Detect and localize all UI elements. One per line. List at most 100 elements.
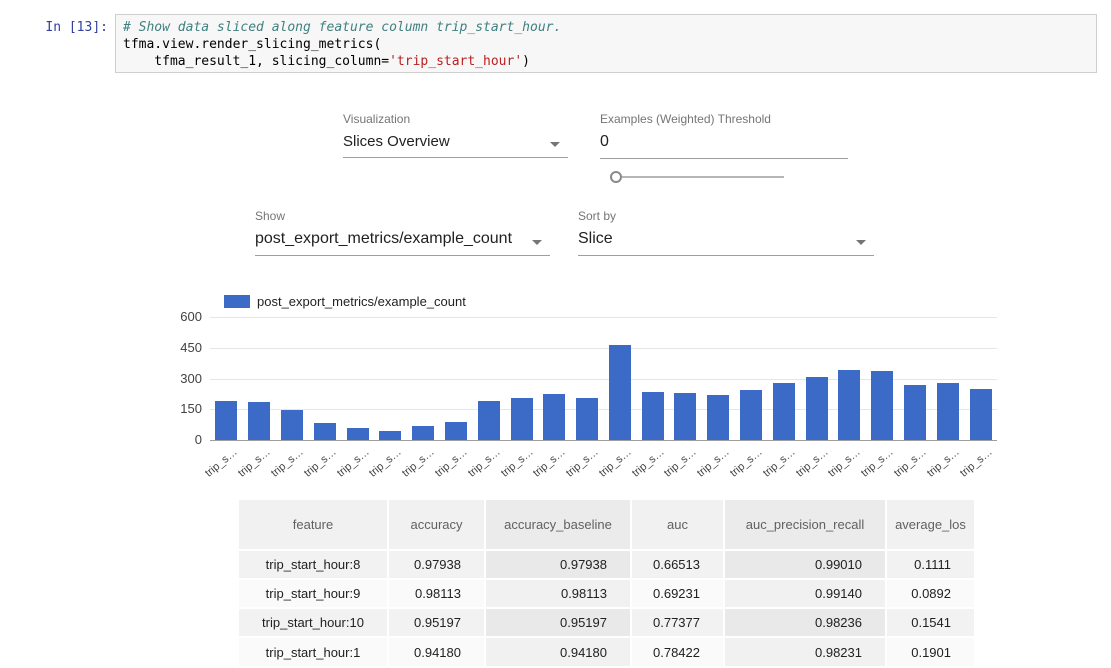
feature-cell: trip_start_hour:10	[238, 608, 388, 637]
table-row[interactable]: trip_start_hour:90.981130.981130.692310.…	[238, 579, 974, 608]
feature-cell: trip_start_hour:8	[238, 550, 388, 579]
legend-label: post_export_metrics/example_count	[257, 294, 466, 309]
metric-cell: 0.99140	[724, 579, 886, 608]
metric-cell: 0.95197	[388, 608, 485, 637]
column-header: auc_precision_recall	[724, 500, 886, 550]
chevron-down-icon	[856, 240, 866, 245]
code-text: tfma.view.render_slicing_metrics(	[123, 37, 381, 52]
input-prompt: In [13]:	[28, 20, 108, 35]
metric-cell: 0.99010	[724, 550, 886, 579]
feature-cell: trip_start_hour:9	[238, 579, 388, 608]
chart-legend: post_export_metrics/example_count	[224, 294, 466, 309]
bar[interactable]	[674, 393, 696, 440]
metric-cell: 0.69231	[631, 579, 724, 608]
bar[interactable]	[773, 383, 795, 440]
metric-cell: 0.66513	[631, 550, 724, 579]
visualization-select[interactable]: Slices Overview	[343, 131, 568, 158]
column-header: accuracy_baseline	[485, 500, 631, 550]
sort-value: Slice	[578, 230, 613, 247]
bar[interactable]	[576, 398, 598, 440]
show-widget: Show post_export_metrics/example_count	[255, 209, 550, 256]
y-axis-tick-label: 600	[160, 309, 202, 324]
bar[interactable]	[347, 428, 369, 440]
metric-cell: 0.94180	[485, 637, 631, 666]
code-comment: # Show data sliced along feature column …	[123, 20, 561, 35]
y-axis-tick-label: 450	[160, 340, 202, 355]
bar[interactable]	[642, 392, 664, 440]
metric-cell: 0.94180	[388, 637, 485, 666]
table-row[interactable]: trip_start_hour:100.951970.951970.773770…	[238, 608, 974, 637]
metric-cell: 0.77377	[631, 608, 724, 637]
visualization-widget: Visualization Slices Overview	[343, 112, 568, 158]
column-header: average_los	[886, 500, 974, 550]
show-value: post_export_metrics/example_count	[255, 230, 512, 247]
metrics-table-body: trip_start_hour:80.979380.979380.665130.…	[238, 550, 974, 666]
metric-cell: 0.98113	[485, 579, 631, 608]
metric-cell: 0.97938	[388, 550, 485, 579]
metric-cell: 0.78422	[631, 637, 724, 666]
bar[interactable]	[609, 345, 631, 440]
bar[interactable]	[970, 389, 992, 440]
bar[interactable]	[937, 383, 959, 440]
visualization-value: Slices Overview	[343, 133, 450, 150]
show-select[interactable]: post_export_metrics/example_count	[255, 228, 550, 256]
bar[interactable]	[281, 410, 303, 440]
bar[interactable]	[215, 401, 237, 440]
metrics-table: featureaccuracyaccuracy_baselineaucauc_p…	[237, 500, 974, 666]
bar[interactable]	[478, 401, 500, 440]
bar[interactable]	[511, 398, 533, 440]
metric-cell: 0.98113	[388, 579, 485, 608]
show-label: Show	[255, 209, 550, 223]
sort-widget: Sort by Slice	[578, 209, 874, 256]
bar[interactable]	[838, 370, 860, 440]
gridline	[210, 317, 997, 318]
bar[interactable]	[707, 395, 729, 440]
slider-thumb-icon[interactable]	[610, 171, 622, 183]
bar[interactable]	[740, 390, 762, 440]
slider-track[interactable]	[622, 176, 784, 178]
y-axis-tick-label: 150	[160, 401, 202, 416]
threshold-widget: Examples (Weighted) Threshold	[600, 112, 848, 159]
code-text: )	[522, 54, 530, 69]
y-axis-tick-label: 0	[160, 432, 202, 447]
table-row[interactable]: trip_start_hour:10.941800.941800.784220.…	[238, 637, 974, 666]
metric-cell: 0.1541	[886, 608, 974, 637]
sort-select[interactable]: Slice	[578, 228, 874, 256]
metric-cell: 0.98236	[724, 608, 886, 637]
bar[interactable]	[543, 394, 565, 440]
visualization-label: Visualization	[343, 112, 568, 126]
metrics-table-head-row: featureaccuracyaccuracy_baselineaucauc_p…	[238, 500, 974, 550]
y-axis-tick-label: 300	[160, 371, 202, 386]
legend-swatch-icon	[224, 295, 250, 308]
column-header: accuracy	[388, 500, 485, 550]
bar[interactable]	[412, 426, 434, 440]
threshold-slider[interactable]	[610, 171, 784, 183]
bar[interactable]	[445, 422, 467, 440]
metric-cell: 0.1111	[886, 550, 974, 579]
code-cell[interactable]: # Show data sliced along feature column …	[115, 14, 1097, 73]
sort-label: Sort by	[578, 209, 874, 223]
metric-cell: 0.1901	[886, 637, 974, 666]
code-text: tfma_result_1, slicing_column=	[123, 54, 389, 69]
bar[interactable]	[871, 371, 893, 440]
threshold-label: Examples (Weighted) Threshold	[600, 112, 848, 126]
metric-cell: 0.0892	[886, 579, 974, 608]
gridline	[210, 348, 997, 349]
code-string: 'trip_start_hour'	[389, 54, 522, 69]
chevron-down-icon	[532, 240, 542, 245]
metric-cell: 0.97938	[485, 550, 631, 579]
column-header: feature	[238, 500, 388, 550]
metric-cell: 0.95197	[485, 608, 631, 637]
column-header: auc	[631, 500, 724, 550]
bar[interactable]	[904, 385, 926, 440]
bar[interactable]	[379, 431, 401, 440]
table-row[interactable]: trip_start_hour:80.979380.979380.665130.…	[238, 550, 974, 579]
bar-chart-plot: 6004503001500trip_s…trip_s…trip_s…trip_s…	[210, 317, 997, 440]
bar[interactable]	[806, 377, 828, 440]
threshold-input[interactable]	[600, 131, 848, 159]
feature-cell: trip_start_hour:1	[238, 637, 388, 666]
gridline	[210, 440, 997, 441]
chevron-down-icon	[550, 142, 560, 147]
bar[interactable]	[248, 402, 270, 440]
bar[interactable]	[314, 423, 336, 440]
